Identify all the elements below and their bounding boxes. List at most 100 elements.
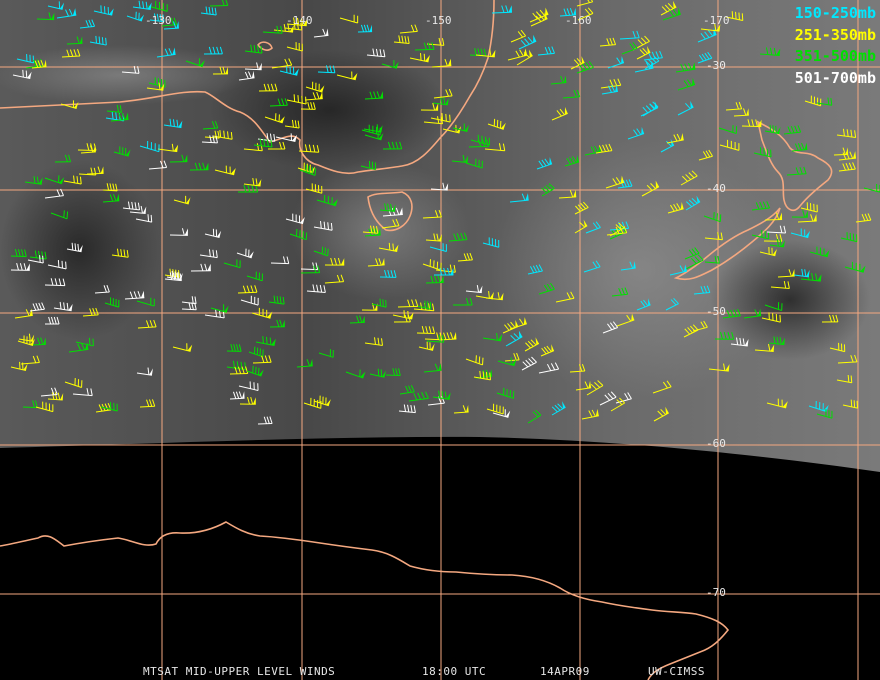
wind-barb [136,297,155,307]
wind-barb [244,62,262,71]
wind-barb [538,362,560,374]
antarctica-coastline [0,521,730,680]
wind-barb [761,312,781,323]
wind-barb [77,143,97,151]
wind-barb [269,319,285,328]
longitude-label: -150 [425,14,452,27]
caption-title: MTSAT MID-UPPER LEVEL WINDS [143,665,336,678]
wind-barb [408,391,429,402]
wind-barb [139,399,156,408]
wind-barb [521,356,537,371]
wind-barb [238,381,259,391]
wind-barb [398,404,416,414]
wind-barb [264,113,285,124]
wind-barb [156,47,176,58]
wind-barb [50,210,69,220]
wind-barb [313,28,329,38]
wind-barb [465,285,483,294]
wind-barb [754,343,775,352]
wind-barb [620,261,636,271]
wind-barb [562,89,581,99]
wind-barb [379,203,396,212]
wind-barb [751,201,771,211]
wind-barb [316,195,338,207]
wind-barb [683,324,699,338]
wind-barb [54,154,72,163]
wind-barb [431,58,452,68]
wind-barb [619,30,640,40]
wind-barb [677,100,694,116]
wind-barb [238,70,255,81]
wind-barb [759,246,777,257]
wind-barb [666,133,684,144]
wind-barb [305,81,325,93]
wind-barb [838,162,856,172]
wind-barb [602,321,619,334]
wind-barb [840,232,858,243]
wind-barb [551,106,568,121]
wind-barb [66,242,83,253]
wind-barb [284,119,300,129]
wind-barb [10,249,27,258]
wind-barb [804,95,822,107]
wind-barb [267,141,286,150]
wind-barb [791,210,808,218]
wind-barb [581,408,599,420]
wind-barb [262,25,283,34]
wind-barb [416,326,436,335]
wind-barb [393,35,410,45]
wind-barb [836,374,853,384]
wind-barb [44,278,66,287]
wind-barb [317,65,336,74]
wind-barb [422,209,442,219]
wind-barb [677,77,696,91]
wind-barb [397,299,419,308]
wind-barb [768,336,786,346]
wind-barb [63,175,82,185]
wind-barb [569,364,586,373]
wind-barb [136,367,153,376]
wind-barb [209,0,229,7]
wind-barb [126,11,145,22]
wind-barb [296,358,313,368]
wind-barb [289,228,308,241]
wind-barb [248,346,264,358]
wind-barb [66,36,83,45]
wind-barb [324,274,345,284]
wind-barb [536,157,553,170]
wind-barb [777,269,795,278]
wind-barb [102,193,120,203]
wind-barb [599,391,617,406]
wind-barb [189,162,209,171]
wind-barb [786,166,807,176]
wind-barb [496,387,515,399]
wind-barb [72,388,93,397]
wind-barb [163,118,183,129]
wind-barb [29,302,45,312]
wind-barb [685,195,701,211]
wind-barb [425,233,442,242]
wind-barb [414,42,435,51]
wind-barb [665,297,679,311]
wind-barb [318,349,334,358]
coastline [0,0,495,175]
wind-barb [223,259,241,269]
wind-barb [236,248,254,259]
wind-barb [169,154,188,163]
wind-barb [35,401,54,413]
wind-barb [783,125,802,135]
wind-barb [36,12,55,21]
wind-barb [243,177,262,187]
wind-barb [790,228,811,239]
wind-barb [212,66,229,75]
wind-barb [766,398,788,409]
wind-barb [89,35,107,46]
wind-barb [61,49,81,58]
wind-barb [47,392,64,401]
wind-barb [505,330,523,347]
wind-barb [653,406,669,422]
wind-barb [725,101,743,111]
wind-barb [583,260,601,273]
wind-barb [53,301,73,312]
wind-barb [148,160,168,170]
